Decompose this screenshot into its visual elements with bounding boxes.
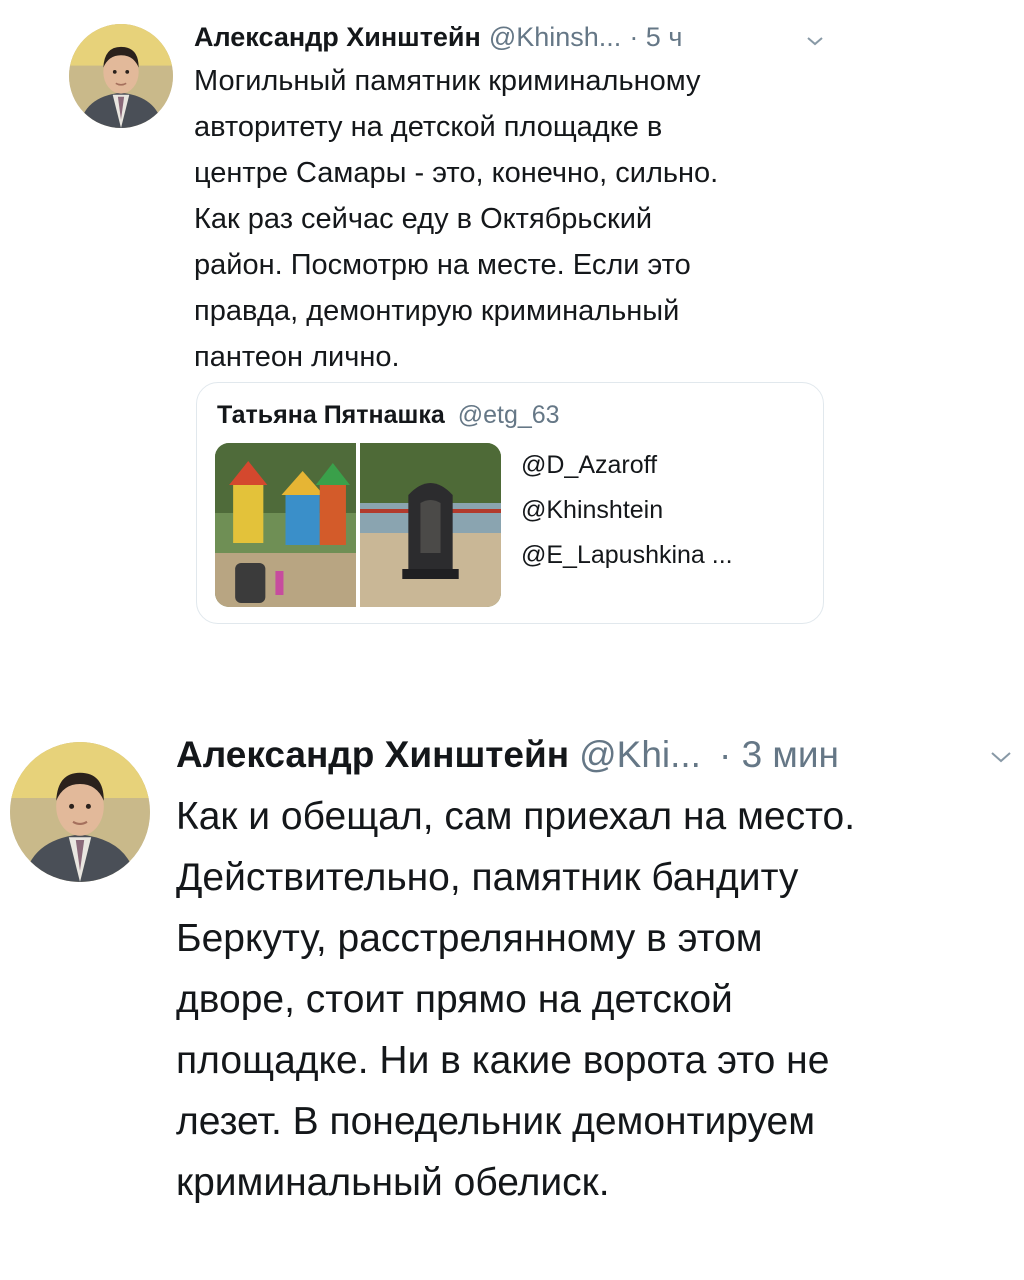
quote-media[interactable] (215, 443, 501, 607)
tweet-text-line: Как раз сейчас еду в Октябрьский (194, 203, 653, 235)
tweet-text-line: криминальный обелиск. (176, 1161, 610, 1204)
author-name[interactable]: Александр Хинштейн (176, 734, 569, 776)
author-handle[interactable]: @Khi... (579, 734, 701, 776)
tweet-text-line: Действительно, памятник бандиту (176, 856, 799, 899)
tweet-text: Как и обещал, сам приехал на место. Дейс… (176, 786, 855, 1213)
tweet-text-line: Как и обещал, сам приехал на место. (176, 795, 856, 838)
quote-author-handle: @etg_63 (457, 401, 560, 429)
quote-mentions: @D_Azaroff @Khinshtein @E_Lapushkina ... (521, 443, 733, 578)
tweet-text-line: дворе, стоит прямо на детской (176, 978, 733, 1021)
chevron-down-icon[interactable] (990, 750, 1012, 764)
tweet-time[interactable]: · 3 мин (719, 734, 839, 776)
tweet-header: Александр Хинштейн @Khinsh... · 5 ч (194, 22, 682, 53)
playground-photo[interactable] (215, 443, 356, 607)
author-handle[interactable]: @Khinsh... (489, 22, 621, 53)
tweet-2[interactable]: Александр Хинштейн @Khi... · 3 мин Как и… (0, 700, 1024, 1280)
tweet-text-line: площадке. Ни в какие ворота это не (176, 1039, 830, 1082)
tweet-1[interactable]: Александр Хинштейн @Khinsh... · 5 ч Моги… (0, 0, 1024, 660)
tweet-text-line: Беркуту, расстрелянному в этом (176, 917, 763, 960)
tweet-header: Александр Хинштейн @Khi... · 3 мин (176, 734, 839, 776)
tweet-text-line: центре Самары - это, конечно, сильно. (194, 157, 719, 189)
tweet-text-line: пантеон лично. (194, 341, 400, 373)
chevron-down-icon[interactable] (806, 34, 824, 46)
mention-link[interactable]: @E_Lapushkina ... (521, 533, 733, 578)
mention-link[interactable]: @Khinshtein (521, 488, 733, 533)
author-avatar[interactable] (10, 742, 150, 882)
quote-header: Татьяна Пятнашка @etg_63 (217, 401, 560, 430)
tweet-text-line: район. Посмотрю на месте. Если это (194, 249, 691, 281)
tweet-text-line: Могильный памятник криминальному (194, 65, 701, 97)
tweet-text-line: лезет. В понедельник демонтируем (176, 1100, 816, 1143)
tweet-text-line: правда, демонтирую криминальный (194, 295, 680, 327)
quoted-tweet[interactable]: Татьяна Пятнашка @etg_63 @D_Azaroff @Khi… (196, 382, 824, 624)
quote-author-name: Татьяна Пятнашка (217, 401, 445, 429)
author-name[interactable]: Александр Хинштейн (194, 22, 481, 53)
tweet-time[interactable]: · 5 ч (629, 22, 682, 53)
author-avatar[interactable] (69, 24, 173, 128)
gravestone-photo[interactable] (360, 443, 501, 607)
mention-link[interactable]: @D_Azaroff (521, 443, 733, 488)
tweet-text-line: авторитету на детской площадке в (194, 111, 663, 143)
tweet-text: Могильный памятник криминальному авторит… (194, 58, 718, 380)
